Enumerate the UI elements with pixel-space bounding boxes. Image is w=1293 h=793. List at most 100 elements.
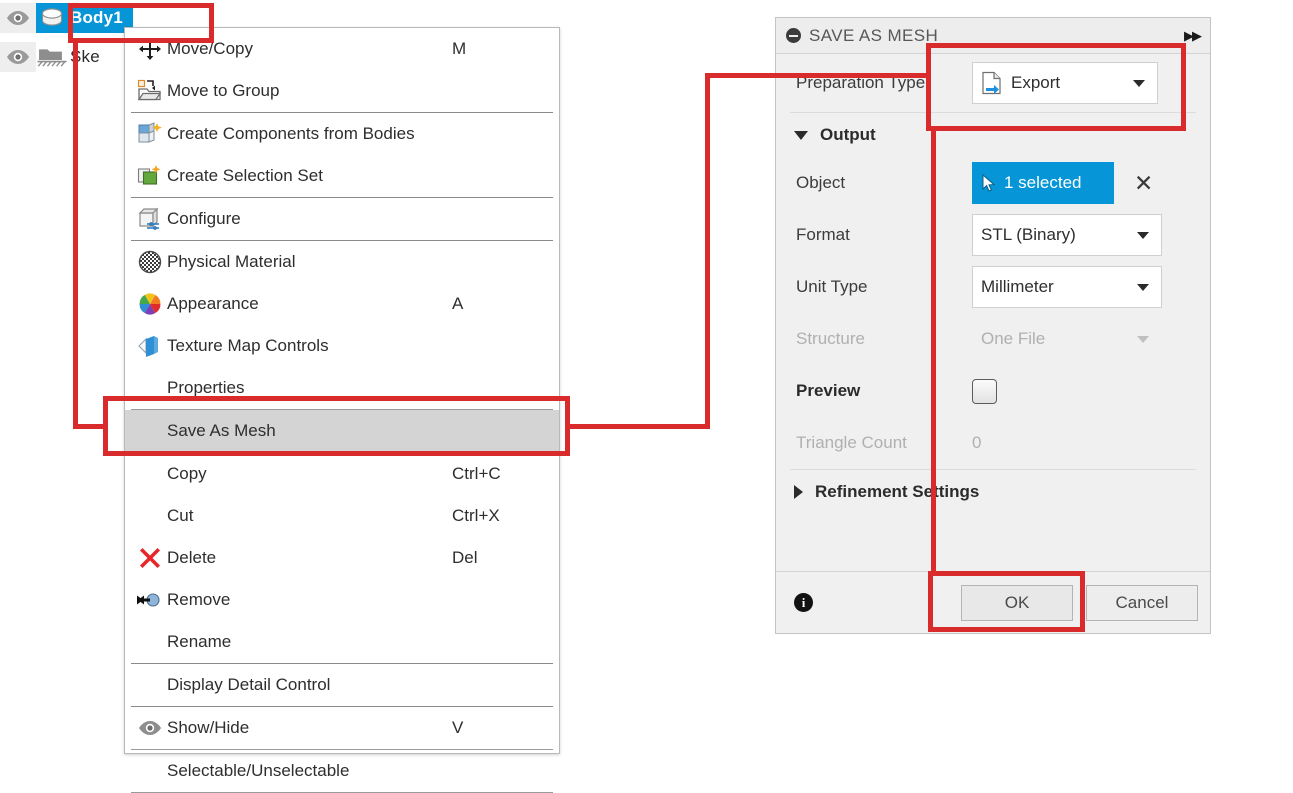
- body-cylinder-icon: [36, 3, 68, 33]
- chevron-down-icon: [1133, 80, 1145, 87]
- menu-item-shortcut: V: [452, 718, 464, 737]
- menu-item-move-copy[interactable]: Move/Copy M: [125, 28, 559, 70]
- menu-item-label: Move/Copy: [167, 39, 253, 58]
- tree-node-body1-selected[interactable]: Body1: [36, 3, 133, 33]
- menu-item-move-to-group[interactable]: Move to Group: [125, 70, 559, 112]
- tree-item-body1[interactable]: Body1: [0, 3, 133, 33]
- preview-row: Preview: [776, 365, 1210, 417]
- menu-item-label: Selectable/Unselectable: [167, 761, 350, 780]
- annotation-connector-mesh-vertical: [705, 73, 710, 429]
- appearance-color-wheel-icon: [133, 290, 167, 318]
- menu-item-shortcut: Del: [452, 548, 478, 567]
- output-section-label: Output: [820, 125, 876, 144]
- tree-item-label: Body1: [70, 8, 123, 27]
- no-icon: [133, 671, 167, 699]
- tree-node-sketch[interactable]: Ske: [36, 42, 106, 72]
- visibility-toggle-sketch[interactable]: [0, 42, 36, 72]
- delete-x-icon: [133, 544, 167, 572]
- cancel-button[interactable]: Cancel: [1086, 584, 1198, 621]
- move-to-group-folder-icon: [133, 77, 167, 105]
- format-dropdown[interactable]: STL (Binary): [972, 214, 1162, 256]
- info-icon[interactable]: i: [794, 593, 813, 612]
- triangle-count-value: 0: [972, 433, 982, 452]
- menu-item-label: Cut: [167, 506, 194, 525]
- menu-item-label: Rename: [167, 632, 232, 651]
- preview-label: Preview: [796, 381, 861, 400]
- menu-item-display-detail-control[interactable]: Display Detail Control: [125, 664, 559, 706]
- no-icon: [133, 417, 167, 445]
- menu-item-label: Create Selection Set: [167, 166, 323, 185]
- menu-item-create-selection-set[interactable]: Create Selection Set: [125, 155, 559, 197]
- export-file-icon: [981, 71, 1003, 95]
- menu-item-rename[interactable]: Rename: [125, 621, 559, 663]
- menu-item-properties[interactable]: Properties: [125, 367, 559, 409]
- object-label: Object: [796, 173, 846, 192]
- object-selection-value: 1 selected: [1004, 173, 1082, 192]
- tree-item-label: Ske: [70, 47, 100, 66]
- dialog-footer: i OK Cancel: [776, 571, 1210, 633]
- move-arrows-icon: [133, 35, 167, 63]
- output-section-header[interactable]: Output: [776, 113, 1210, 157]
- menu-item-create-components-from-bodies[interactable]: Create Components from Bodies: [125, 113, 559, 155]
- unit-type-value: Millimeter: [981, 277, 1054, 296]
- menu-item-label: Configure: [167, 209, 241, 228]
- texture-map-icon: [133, 332, 167, 360]
- preparation-type-value: Export: [1011, 73, 1061, 92]
- menu-item-save-as-mesh[interactable]: Save As Mesh: [125, 410, 559, 452]
- refinement-settings-header[interactable]: Refinement Settings: [776, 470, 1210, 514]
- menu-item-label: Create Components from Bodies: [167, 124, 415, 143]
- structure-dropdown: One File: [972, 318, 1162, 360]
- create-components-icon: [133, 120, 167, 148]
- menu-item-appearance[interactable]: Appearance A: [125, 283, 559, 325]
- format-value: STL (Binary): [981, 225, 1076, 244]
- chevron-down-icon: [1137, 336, 1149, 343]
- menu-item-physical-material[interactable]: Physical Material: [125, 241, 559, 283]
- menu-item-delete[interactable]: Delete Del: [125, 537, 559, 579]
- chevron-down-icon: [1137, 284, 1149, 291]
- preview-checkbox[interactable]: [972, 378, 997, 404]
- no-icon: [133, 628, 167, 656]
- menu-item-configure[interactable]: Configure: [125, 198, 559, 240]
- object-row: Object 1 selected ✕: [776, 157, 1210, 209]
- save-as-mesh-dialog: SAVE AS MESH ▶▶ Preparation Type Export …: [775, 17, 1211, 634]
- refinement-settings-label: Refinement Settings: [815, 482, 980, 501]
- format-row: Format STL (Binary): [776, 209, 1210, 261]
- menu-item-label: Texture Map Controls: [167, 336, 329, 355]
- select-cursor-icon: [982, 174, 996, 192]
- tree-item-sketch[interactable]: Ske: [0, 42, 106, 72]
- menu-item-remove[interactable]: Remove: [125, 579, 559, 621]
- menu-item-copy[interactable]: Copy Ctrl+C: [125, 453, 559, 495]
- menu-item-label: Save As Mesh: [167, 421, 276, 440]
- eye-icon: [7, 50, 29, 64]
- unit-type-row: Unit Type Millimeter: [776, 261, 1210, 313]
- menu-item-show-hide[interactable]: Show/Hide V: [125, 707, 559, 749]
- physical-material-checker-icon: [133, 248, 167, 276]
- menu-item-selectable-unselectable[interactable]: Selectable/Unselectable: [125, 750, 559, 792]
- dialog-title: SAVE AS MESH: [809, 25, 939, 45]
- chevron-down-icon: [794, 130, 808, 140]
- preparation-type-dropdown[interactable]: Export: [972, 62, 1158, 104]
- clear-selection-x-icon[interactable]: ✕: [1134, 171, 1153, 195]
- menu-item-shortcut: Ctrl+C: [452, 464, 501, 483]
- unit-type-label: Unit Type: [796, 277, 868, 296]
- menu-item-label: Copy: [167, 464, 207, 483]
- annotation-connector-body1-vertical: [73, 43, 78, 429]
- visibility-toggle-body1[interactable]: [0, 3, 36, 33]
- menu-item-shortcut: Ctrl+X: [452, 506, 500, 525]
- ok-button[interactable]: OK: [961, 584, 1073, 621]
- collapse-minus-icon[interactable]: [786, 28, 801, 43]
- body-context-menu[interactable]: Move/Copy M Move to Group Create Compone…: [124, 27, 560, 793]
- double-chevron-right-icon[interactable]: ▶▶: [1184, 28, 1202, 44]
- triangle-count-row: Triangle Count 0: [776, 417, 1210, 469]
- menu-item-cut[interactable]: Cut Ctrl+X: [125, 495, 559, 537]
- menu-item-texture-map-controls[interactable]: Texture Map Controls: [125, 325, 559, 367]
- menu-item-shortcut: A: [452, 294, 464, 313]
- eye-icon: [133, 714, 167, 742]
- no-icon: [133, 757, 167, 785]
- unit-type-dropdown[interactable]: Millimeter: [972, 266, 1162, 308]
- format-label: Format: [796, 225, 850, 244]
- chevron-down-icon: [1137, 232, 1149, 239]
- annotation-connector-body1-horizontal: [73, 424, 108, 429]
- object-selection-badge[interactable]: 1 selected: [972, 162, 1114, 204]
- dialog-header: SAVE AS MESH ▶▶: [776, 18, 1210, 54]
